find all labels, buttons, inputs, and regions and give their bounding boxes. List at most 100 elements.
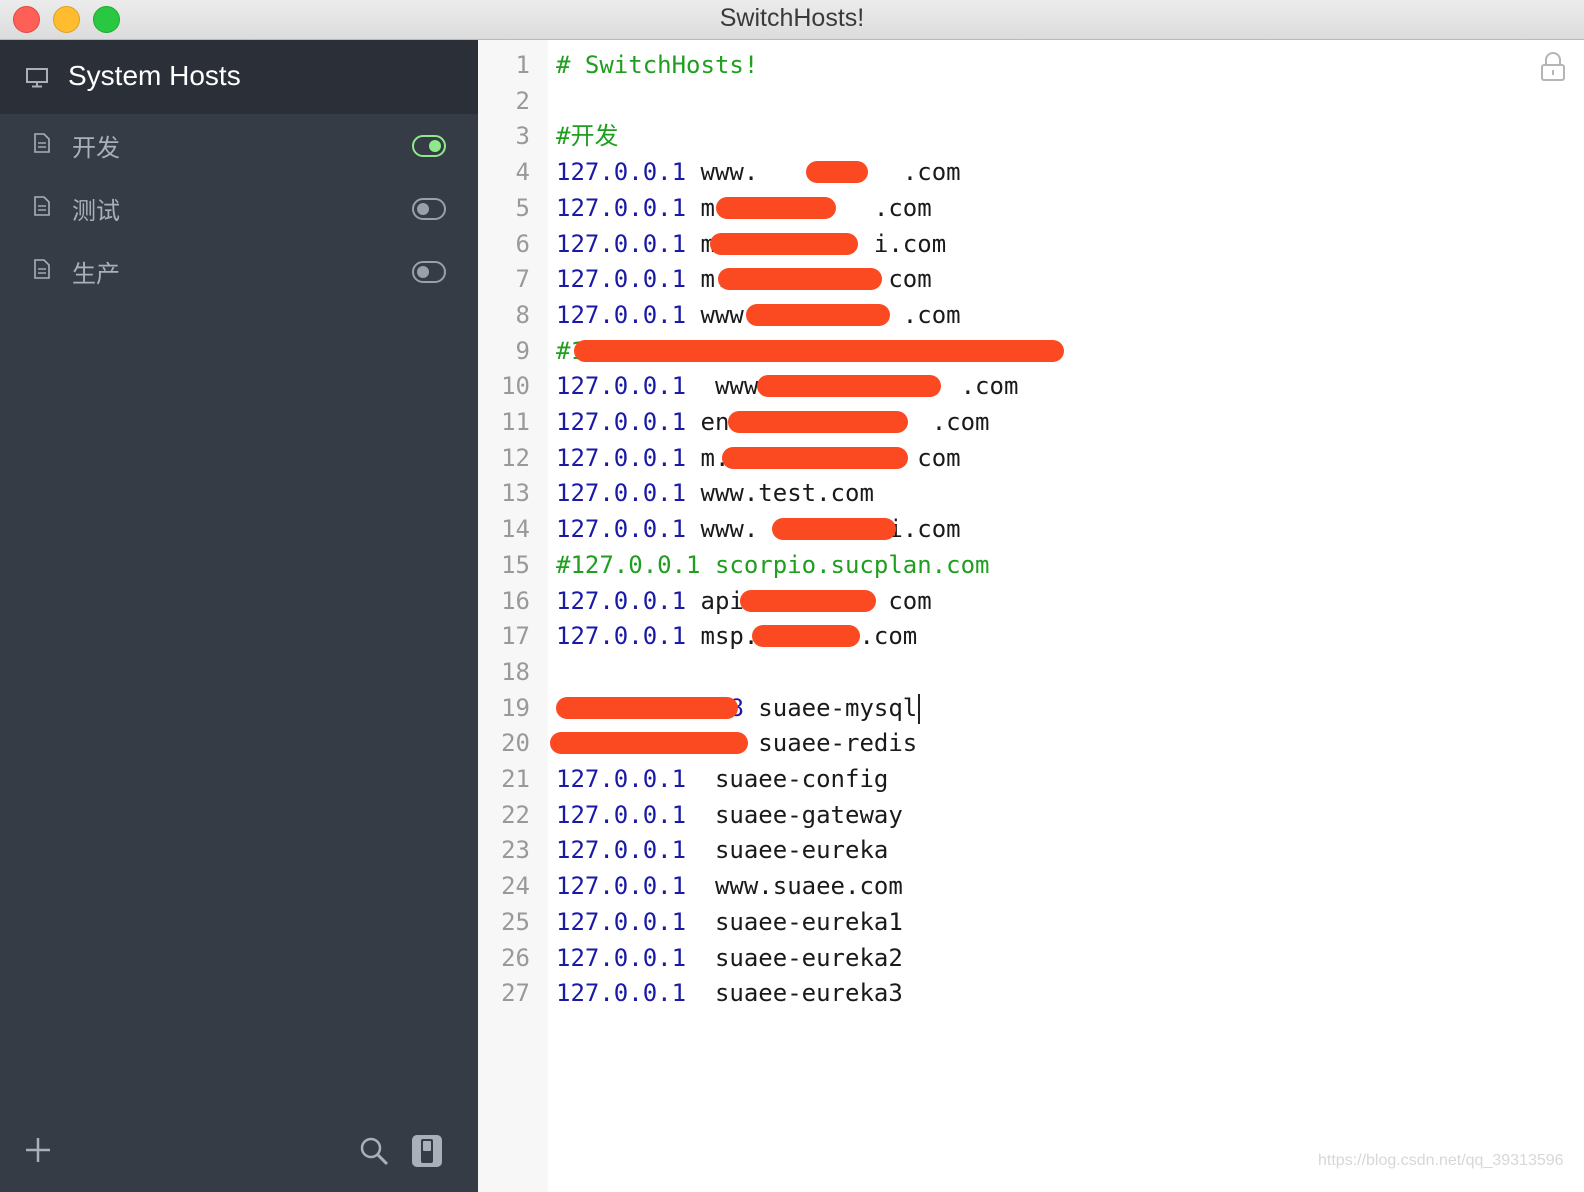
code-line[interactable]: 127.0.0.1 api. com [548,583,1548,619]
watermark: https://blog.csdn.net/qq_39313596 [1318,1152,1564,1169]
code-token: msp. [686,622,759,651]
line-number: 20 [501,729,530,758]
code-token: suaee-mysql [743,693,918,722]
code-text: 127.0.0.1 msp. .com [556,618,917,654]
code-line[interactable]: 127.0.0.1 www. .com [548,154,1548,190]
code-text: 127.0.0.1 www. i.com [556,511,961,547]
code-token: 127.0.0.1 [556,586,687,615]
line-number: 6 [515,229,530,258]
host-toggle-switch[interactable] [412,198,446,220]
line-number: 5 [515,193,530,222]
code-text: 127.0.0.1 suaee-eureka2 [556,940,903,976]
code-token: 127.0.0.1 [556,443,687,472]
hosts-editor[interactable]: # SwitchHosts! #开发 127.0.0.1 www. .com 127.… [548,40,1584,1192]
sidebar-item-dev[interactable]: 开发 [0,114,478,176]
code-token: .com [931,408,990,436]
code-line[interactable]: 127.0.0.1 m i.com [548,226,1548,262]
code-line[interactable]: 127.0.0.1 suaee-config [548,761,1548,797]
redaction-mark [710,232,858,255]
line-number: 14 [501,515,530,544]
code-line[interactable]: 127.0.0.1 www.test.com [548,475,1548,511]
line-number: 11 [501,408,530,436]
code-token: 127.0.0.1 [556,479,687,508]
code-line[interactable]: 127.0.0.1 m. com [548,440,1548,476]
line-number: 12 [501,443,530,472]
code-line[interactable]: 127.0.0.1 www. .com [548,297,1548,333]
redaction-mark [772,518,896,541]
redaction-mark [716,196,836,219]
sidebar-item-label: 生产 [72,261,120,288]
lock-icon[interactable] [1540,52,1566,82]
code-token: www. [686,158,759,187]
redaction-mark [718,268,882,291]
code-line[interactable]: #开发 [548,118,1548,154]
sidebar-item-label: 测试 [72,198,120,225]
line-number: 8 [515,300,530,329]
code-token: i.com [873,229,947,258]
code-line[interactable]: 127.0.0.1 suaee-eureka2 [548,940,1548,976]
code-token: suaee-eureka3 [686,979,903,1008]
document-icon [34,196,50,216]
code-line[interactable]: 127.0.0.1 www. .com [548,368,1548,404]
code-line[interactable]: 127.0.0.1 suaee-eureka [548,832,1548,868]
code-token: 127.0.0.1 [556,193,687,222]
line-number: 3 [515,122,530,151]
code-line[interactable] [548,83,1548,119]
line-number: 26 [501,943,530,972]
sidebar-item-system-hosts[interactable]: System Hosts [0,40,478,114]
code-token: 127.0.0.1 [556,300,687,329]
code-line[interactable]: 127.0.0.1 suaee-eureka1 [548,904,1548,940]
code-line[interactable]: 127.0.0.1 m. com [548,261,1548,297]
code-line[interactable]: 127.0.0.1 suaee-gateway [548,797,1548,833]
code-token: .com [902,158,961,187]
redaction-mark [806,161,868,184]
line-number: 2 [515,86,530,115]
code-token: www. [686,515,759,544]
code-token: 127.0.0.1 [556,836,687,865]
host-toggle-switch[interactable] [412,135,446,157]
code-token: i.com [888,515,961,544]
code-line[interactable]: 127.0.0.1 www. i.com [548,511,1548,547]
redaction-mark [556,696,738,719]
redaction-mark [728,411,908,433]
code-token: suaee-eureka [686,836,889,865]
code-line[interactable]: 127.0.0.1 msp. .com [548,618,1548,654]
code-token: 127.0.0.1 [556,765,687,793]
code-token: 127.0.0.1 [556,907,687,936]
code-token: 127.0.0.1 [556,229,687,258]
code-token: www.suaee.com [686,872,903,901]
code-line[interactable] [548,654,1548,690]
host-toggle-switch[interactable] [412,261,446,283]
code-text: #开发 [556,118,618,154]
line-number: 1 [515,51,530,79]
code-token: com [888,586,932,615]
code-token: 127.0.0.1 [556,872,687,901]
code-line[interactable]: 127.0.0.1 en. .com [548,404,1548,440]
code-token: 127.0.0.1 [556,800,687,829]
toggle-panel-icon[interactable] [411,1134,443,1168]
code-line[interactable]: 127.0.0.1 m. .com [548,190,1548,226]
redaction-mark [550,732,748,755]
sidebar: System Hosts 开发 测试 生产 [0,40,478,1192]
code-token: .com [960,372,1019,401]
redaction-mark [746,303,890,326]
code-token: 127.0.0.1 [556,265,687,294]
code-token: #127.0.0.1 scorpio.sucplan.com [556,550,990,579]
line-number: 10 [501,372,530,401]
line-number: 23 [501,836,530,865]
code-token: 127.0.0.1 [556,372,687,401]
code-line[interactable]: #127.0.0.1 scorpio.sucplan.com [548,547,1548,583]
code-line[interactable]: 127.0.0.1 www.suaee.com [548,868,1548,904]
line-number: 4 [515,158,530,187]
sidebar-item-test[interactable]: 测试 [0,177,478,239]
code-token: 127.0.0.1 [556,408,687,436]
code-line[interactable]: 127.0.0.1 suaee-eureka3 [548,975,1548,1011]
code-line[interactable]: # SwitchHosts! [548,47,1548,83]
search-icon[interactable] [359,1136,389,1166]
sidebar-item-prod[interactable]: 生产 [0,240,478,302]
plus-icon[interactable] [24,1136,52,1164]
code-token: www.test.com [686,479,874,508]
code-token: # SwitchHosts! [556,51,759,79]
line-number: 27 [501,979,530,1008]
code-token: suaee-redis [743,729,918,758]
